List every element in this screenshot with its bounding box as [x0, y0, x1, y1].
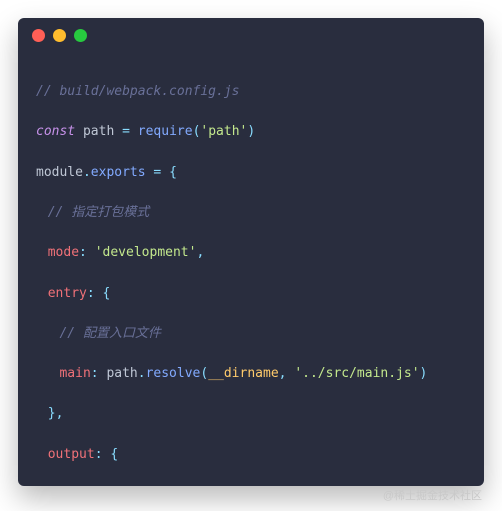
str-main: '../src/main.js': [294, 366, 419, 381]
comma: ,: [56, 406, 64, 421]
op-eq: =: [146, 165, 169, 180]
op-eq: =: [114, 124, 137, 139]
kw-const: const: [36, 124, 75, 139]
str-path-module: 'path': [200, 124, 247, 139]
brace-open: {: [169, 165, 177, 180]
comment-entry: // 配置入口文件: [59, 326, 160, 341]
dot: .: [83, 165, 91, 180]
titlebar: [18, 18, 484, 52]
colon: :: [91, 366, 107, 381]
fn-require: require: [138, 124, 193, 139]
comma: ,: [196, 245, 204, 260]
paren: ): [420, 366, 428, 381]
sep: ,: [279, 366, 295, 381]
comment-mode: // 指定打包模式: [48, 205, 149, 220]
code-editor-window: // build/webpack.config.js const path = …: [18, 18, 484, 486]
colon: :: [79, 245, 95, 260]
colon: :: [87, 286, 103, 301]
str-development: 'development': [95, 245, 197, 260]
fn-resolve: resolve: [146, 366, 201, 381]
colon: :: [95, 447, 111, 462]
paren: ): [247, 124, 255, 139]
brace-open: {: [110, 447, 118, 462]
dot: .: [138, 366, 146, 381]
prop-entry: entry: [48, 286, 87, 301]
brace-close: }: [48, 406, 56, 421]
code-block: // build/webpack.config.js const path = …: [18, 52, 484, 486]
id-path-obj: path: [106, 366, 137, 381]
watermark-text: @稀土掘金技术社区: [383, 487, 482, 503]
brace-open: {: [103, 286, 111, 301]
prop-main: main: [59, 366, 90, 381]
close-icon[interactable]: [32, 29, 45, 42]
id-module: module: [36, 165, 83, 180]
comment-file-path: // build/webpack.config.js: [36, 84, 240, 99]
maximize-icon[interactable]: [74, 29, 87, 42]
prop-mode: mode: [48, 245, 79, 260]
minimize-icon[interactable]: [53, 29, 66, 42]
id-exports: exports: [91, 165, 146, 180]
prop-output: output: [48, 447, 95, 462]
dirname: __dirname: [208, 366, 278, 381]
id-path: path: [83, 124, 114, 139]
